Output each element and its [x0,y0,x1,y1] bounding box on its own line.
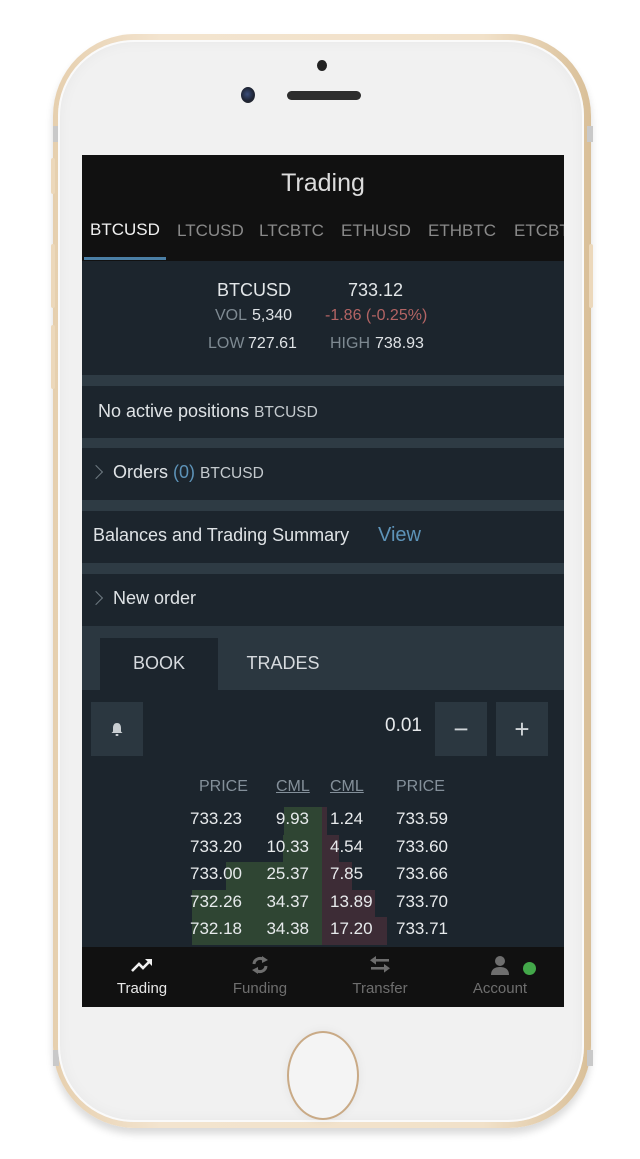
chevron-right-icon [88,464,104,480]
bid-cml-cell[interactable]: 34.37 [266,892,309,912]
account-status-indicator [523,962,536,975]
trending-up-icon [131,959,152,972]
divider [82,500,564,511]
volume-down-button [51,325,55,389]
mute-switch [51,158,55,194]
chevron-right-icon [88,590,104,606]
refresh-icon [252,956,268,974]
home-button[interactable] [287,1031,359,1120]
tabbar-trading-label: Trading [116,980,168,997]
increase-button[interactable]: + [496,702,548,756]
antenna-band-right [587,126,593,142]
front-camera [241,87,255,103]
bid-price-cell[interactable]: 732.18 [190,919,242,939]
tabbar-account[interactable]: Account [440,947,560,1007]
orders-row[interactable]: Orders (0) BTCUSD [82,448,564,500]
balances-view-link[interactable]: View [378,524,421,547]
tab-book[interactable]: BOOK [100,638,218,690]
divider [82,563,564,574]
positions-label: No active positions [98,401,250,421]
low-value: 727.61 [248,335,297,352]
new-order-row[interactable]: New order [82,574,564,626]
bid-price-cell[interactable]: 732.26 [190,892,242,912]
ask-cml-cell[interactable]: 1.24 [330,809,363,829]
step-value: 0.01 [385,715,422,736]
ask-price-header: PRICE [396,778,445,795]
page-title: Trading [281,169,365,197]
ticker-summary: BTCUSD 733.12 VOL 5,340 -1.86 (-0.25%) L… [82,263,564,375]
high-label: HIGH [330,335,370,352]
tab-ethbtc[interactable]: ETHBTC [428,221,496,241]
orders-label: Orders [113,462,169,482]
bid-cml-cell[interactable]: 10.33 [266,837,309,857]
new-order-label: New order [113,588,197,608]
tabbar-funding[interactable]: Funding [200,947,320,1007]
earpiece-speaker [287,91,361,100]
positions-row: No active positions BTCUSD [82,386,564,438]
tab-btcusd[interactable]: BTCUSD [90,220,160,240]
book-tabs: BOOK TRADES [82,626,564,690]
ask-cml-header[interactable]: CML [330,778,364,796]
tab-trades[interactable]: TRADES [224,638,342,690]
bid-cml-cell[interactable]: 9.93 [276,809,309,829]
divider [82,375,564,386]
orders-count: (0) [173,462,196,482]
bid-price-cell[interactable]: 733.20 [190,837,242,857]
ticker-symbol: BTCUSD [217,280,292,300]
bell-icon [111,722,123,736]
tabbar-transfer[interactable]: Transfer [320,947,440,1007]
ask-cml-cell[interactable]: 13.89 [330,892,373,912]
ticker-last-price: 733.12 [348,280,404,300]
ask-cml-cell[interactable]: 7.85 [330,864,363,884]
alert-button[interactable] [91,702,143,756]
tab-ethusd[interactable]: ETHUSD [341,221,411,241]
tab-etcbtc[interactable]: ETCBTC [514,221,564,241]
balances-label: Balances and Trading Summary [93,525,350,545]
bid-price-cell[interactable]: 733.00 [190,864,242,884]
app-screen: Trading BTCUSD LTCUSD LTCBTC ETHUSD ETHB… [82,155,564,1007]
decrease-button[interactable]: − [435,702,487,756]
order-book-panel: BOOK TRADES 0.01 − + PRICE CML CML PRICE… [82,626,564,946]
ask-depth-bar [322,807,327,836]
ask-cml-cell[interactable]: 4.54 [330,837,363,857]
high-value: 738.93 [375,335,424,352]
tabbar-account-label: Account [472,980,528,997]
ask-price-cell[interactable]: 733.59 [396,809,448,829]
transfer-arrows-icon [370,956,390,973]
divider [82,438,564,448]
ask-cml-cell[interactable]: 17.20 [330,919,373,939]
ask-price-cell[interactable]: 733.70 [396,892,448,912]
proximity-sensor [317,60,327,71]
orders-text: Orders (0) BTCUSD [113,462,264,483]
pair-tabs: BTCUSD LTCUSD LTCBTC ETHUSD ETHBTC ETCBT… [82,215,564,261]
bid-cml-cell[interactable]: 34.38 [266,919,309,939]
bid-price-header: PRICE [199,778,248,795]
power-button [589,244,593,308]
low-label: LOW [208,335,245,352]
positions-text: No active positions BTCUSD [98,401,318,422]
tabbar-funding-label: Funding [232,980,288,997]
bid-cml-header[interactable]: CML [276,778,310,796]
ask-price-cell[interactable]: 733.71 [396,919,448,939]
ask-price-cell[interactable]: 733.66 [396,864,448,884]
tab-ltcusd[interactable]: LTCUSD [177,221,244,241]
volume-up-button [51,244,55,308]
tabbar-transfer-label: Transfer [352,980,408,997]
price-change: -1.86 (-0.25%) [325,307,428,324]
positions-symbol: BTCUSD [254,404,318,421]
bid-cml-cell[interactable]: 25.37 [266,864,309,884]
bottom-tab-bar: Trading Funding Transfer Account [82,947,564,1007]
app-header: Trading BTCUSD LTCUSD LTCBTC ETHUSD ETHB… [82,155,564,261]
tab-ltcbtc[interactable]: LTCBTC [259,221,324,241]
antenna-band-right-bottom [587,1050,593,1066]
vol-label: VOL [215,307,248,324]
orders-symbol: BTCUSD [200,465,264,482]
active-tab-indicator [84,257,166,260]
tabbar-trading[interactable]: Trading [82,947,202,1007]
balances-row: Balances and Trading Summary View [82,511,564,563]
bid-price-cell[interactable]: 733.23 [190,809,242,829]
vol-value: 5,340 [252,307,293,324]
user-icon [491,956,509,975]
ask-price-cell[interactable]: 733.60 [396,837,448,857]
